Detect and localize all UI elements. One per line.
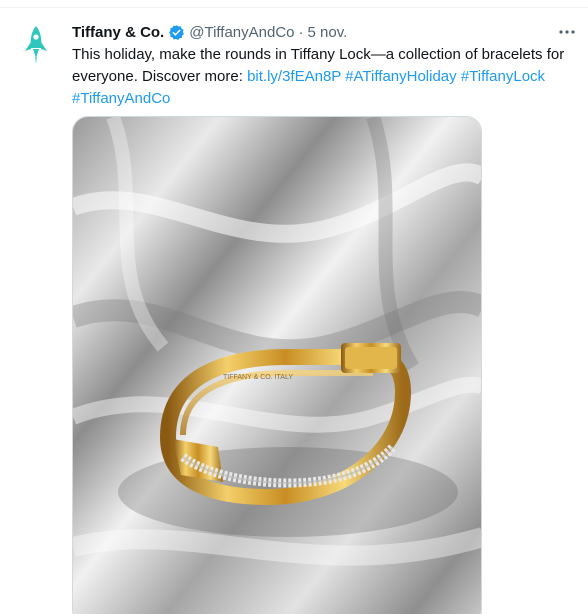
gold-bracelet-photo[interactable]: TIFFANY & CO. ITALY bbox=[72, 116, 482, 614]
tweet-card[interactable]: Tiffany & Co. @TiffanyAndCo · 5 nov. Thi… bbox=[0, 0, 588, 614]
separator-dot: · bbox=[298, 23, 304, 41]
hashtag-tiffanyandco[interactable]: #TiffanyAndCo bbox=[72, 90, 170, 107]
tweet-link[interactable]: bit.ly/3fEAn8P bbox=[247, 68, 341, 85]
tweet-text: This holiday, make the rounds in Tiffany… bbox=[72, 44, 582, 110]
more-horizontal-icon[interactable] bbox=[556, 22, 578, 42]
author-name[interactable]: Tiffany & Co. bbox=[72, 24, 164, 41]
divider bbox=[0, 7, 588, 8]
tweet-text-line-3: #TiffanyAndCo bbox=[72, 88, 582, 110]
hashtag-atiffanyholiday[interactable]: #ATiffanyHoliday bbox=[345, 68, 456, 85]
hashtag-tiffanylock[interactable]: #TiffanyLock bbox=[461, 68, 545, 85]
author-handle[interactable]: @TiffanyAndCo bbox=[189, 24, 294, 41]
tweet-text-line-2: everyone. Discover more: bit.ly/3fEAn8P … bbox=[72, 66, 582, 88]
rocket-icon[interactable] bbox=[20, 24, 52, 66]
bracelet-engraving: TIFFANY & CO. ITALY bbox=[223, 374, 293, 381]
tweet-header: Tiffany & Co. @TiffanyAndCo · 5 nov. bbox=[72, 22, 347, 42]
verified-badge-icon bbox=[168, 24, 185, 41]
tweet-date[interactable]: 5 nov. bbox=[308, 24, 348, 41]
tweet-text-plain: everyone. Discover more: bbox=[72, 68, 248, 85]
tweet-text-line-1: This holiday, make the rounds in Tiffany… bbox=[72, 46, 565, 63]
